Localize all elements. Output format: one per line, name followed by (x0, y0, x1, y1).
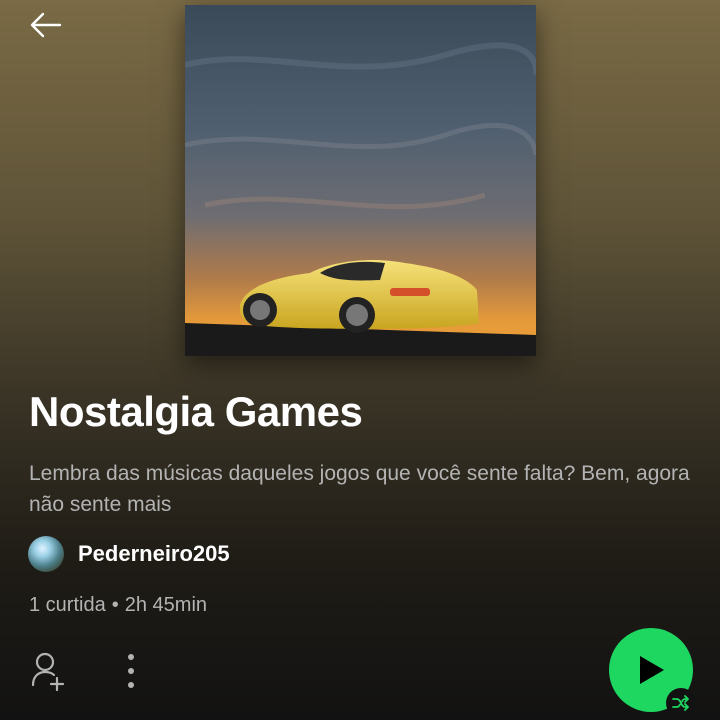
add-user-icon (31, 652, 65, 691)
likes-count: 1 curtida (29, 594, 106, 616)
meta-separator: • (111, 594, 119, 616)
follow-button[interactable] (28, 650, 70, 692)
playlist-meta: 1 curtida • 2h 45min (29, 594, 207, 617)
user-avatar (28, 536, 64, 572)
playlist-title: Nostalgia Games (29, 388, 363, 435)
playlist-duration: 2h 45min (124, 594, 208, 616)
play-icon (640, 656, 664, 684)
more-vertical-icon (128, 654, 134, 688)
arrow-left-icon (30, 12, 62, 38)
back-button[interactable] (26, 8, 66, 42)
shuffle-button[interactable] (666, 688, 696, 718)
playlist-cover-image (185, 5, 536, 356)
playlist-owner[interactable]: Pederneiro205 (28, 536, 230, 572)
owner-name: Pederneiro205 (78, 541, 230, 566)
shuffle-icon (672, 695, 689, 711)
playlist-description: Lembra das músicas daqueles jogos que vo… (29, 462, 690, 516)
more-options-button[interactable] (116, 650, 146, 692)
